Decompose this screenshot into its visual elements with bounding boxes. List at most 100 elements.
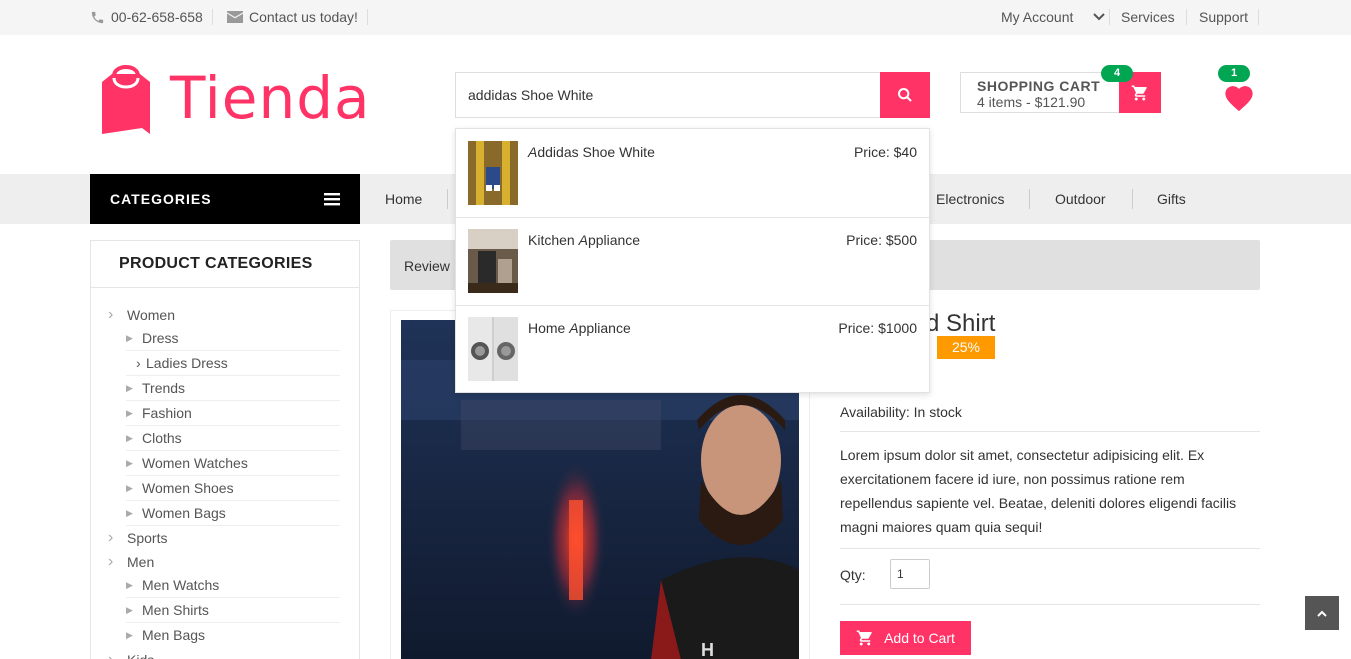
- nav-electronics[interactable]: Electronics: [936, 191, 1004, 207]
- sidebar-category-item[interactable]: ▶ Cloths: [126, 430, 182, 446]
- sidebar-category-item[interactable]: ▶ Fashion: [126, 405, 192, 421]
- sidebar-category-item[interactable]: › Men: [108, 553, 154, 571]
- sidebar-category-label: Women Watches: [142, 455, 248, 471]
- suggestion-name: Addidas Shoe White: [528, 144, 655, 160]
- sidebar-category-label: Men Watchs: [142, 577, 220, 593]
- product-description: Lorem ipsum dolor sit amet, consectetur …: [840, 447, 1237, 535]
- svg-text:H: H: [701, 640, 714, 659]
- categories-label: CATEGORIES: [110, 191, 212, 207]
- sidebar-category-item[interactable]: ▶ Men Shirts: [126, 602, 209, 618]
- services-label: Services: [1121, 9, 1175, 25]
- caret-right-icon: ▶: [126, 629, 133, 640]
- sidebar-category-item[interactable]: ›Kids: [108, 651, 154, 659]
- suggestion-item[interactable]: Addidas Shoe White Price: $40: [456, 129, 929, 217]
- breadcrumb-label: Review: [404, 258, 450, 274]
- sidebar-category-label: Sports: [127, 530, 168, 546]
- sidebar-category-label: Cloths: [142, 430, 182, 446]
- caret-right-icon: ▶: [126, 382, 133, 393]
- sidebar-category-label: Women: [127, 307, 175, 323]
- caret-right-icon: ›: [108, 651, 127, 659]
- search-button[interactable]: [880, 72, 930, 118]
- search-input-value: addidas Shoe White: [468, 87, 594, 103]
- discount-badge: 25%: [937, 336, 995, 359]
- caret-right-icon: ▶: [126, 407, 133, 418]
- caret-right-icon: ›: [108, 553, 114, 570]
- suggestion-price: Price: $40: [853, 144, 917, 160]
- sidebar-category-item[interactable]: › Ladies Dress: [136, 355, 228, 371]
- wishlist-button[interactable]: [1222, 82, 1256, 115]
- caret-right-icon: ▶: [126, 457, 133, 468]
- suggestion-item[interactable]: Home Appliance Price: $1000: [456, 305, 929, 393]
- availability: Availability: In stock: [840, 404, 962, 420]
- sidebar-category-label: Fashion: [142, 405, 192, 421]
- sidebar-category-item[interactable]: ▶ Dress: [126, 330, 179, 346]
- cart-title: SHOPPING CART: [977, 78, 1101, 94]
- cart-icon: [856, 630, 872, 646]
- contact-link[interactable]: Contact us today!: [227, 9, 358, 25]
- caret-right-icon: ▶: [126, 604, 133, 615]
- scroll-to-top-button[interactable]: [1305, 596, 1339, 630]
- top-bar: 00-62-658-658 Contact us today! My Accou…: [0, 0, 1351, 35]
- chevron-down-icon: [1093, 13, 1106, 21]
- sidebar-category-item[interactable]: › Sports: [108, 529, 167, 547]
- mail-icon: [227, 11, 243, 23]
- sidebar-category-item[interactable]: ▶ Men Bags: [126, 627, 205, 643]
- cart-summary: 4 items - $121.90: [977, 94, 1086, 110]
- add-to-cart-button[interactable]: Add to Cart: [840, 621, 971, 655]
- my-account-label: My Account: [1001, 9, 1074, 25]
- caret-right-icon: ▶: [126, 482, 133, 493]
- sidebar-category-item[interactable]: ▶ Women Watches: [126, 455, 248, 471]
- sidebar-category-item[interactable]: ▶ Trends: [126, 380, 185, 396]
- sidebar-category-item[interactable]: ▶ Women Shoes: [126, 480, 234, 496]
- chevron-up-icon: [1317, 610, 1327, 617]
- quantity-value: 1: [897, 567, 904, 581]
- sidebar-title: PRODUCT CATEGORIES: [119, 255, 313, 272]
- phone-info: 00-62-658-658: [90, 9, 203, 25]
- nav-gifts[interactable]: Gifts: [1157, 191, 1186, 207]
- categories-toggle[interactable]: CATEGORIES: [90, 174, 360, 224]
- contact-label: Contact us today!: [249, 9, 358, 25]
- cart-icon: [1131, 85, 1147, 100]
- sidebar-category-label: Men: [127, 554, 155, 570]
- sidebar-category-item[interactable]: ▶ Women Bags: [126, 505, 226, 521]
- sidebar-category-label: Women Shoes: [142, 480, 234, 496]
- cart-count-badge: 4: [1101, 65, 1133, 82]
- quantity-input[interactable]: 1: [890, 559, 930, 589]
- shopping-bag-icon: [102, 65, 150, 134]
- search-input[interactable]: addidas Shoe White: [455, 72, 881, 118]
- suggestion-price: Price: $500: [846, 232, 917, 248]
- caret-right-icon: ▶: [126, 507, 133, 518]
- logo[interactable]: [100, 62, 152, 136]
- nav-home[interactable]: Home: [385, 191, 422, 207]
- suggestion-thumbnail: [468, 317, 518, 381]
- my-account-dropdown[interactable]: My Account: [1001, 9, 1106, 25]
- sidebar-category-item[interactable]: › Women: [108, 306, 175, 324]
- caret-right-icon: ›: [108, 306, 114, 323]
- suggestion-item[interactable]: Kitchen Appliance Price: $500: [456, 217, 929, 305]
- add-to-cart-label: Add to Cart: [884, 630, 955, 646]
- caret-right-icon: ▶: [126, 579, 133, 590]
- wishlist-count-badge: 1: [1218, 65, 1250, 82]
- sidebar-category-label: Men Bags: [142, 627, 206, 643]
- suggestion-name: Kitchen Appliance: [528, 232, 641, 248]
- sidebar-category-label: Ladies Dress: [146, 355, 228, 371]
- sidebar-category-label: Dress: [142, 330, 179, 346]
- suggestion-name: Home Appliance: [528, 320, 631, 336]
- sidebar-category-item[interactable]: ▶ Men Watchs: [126, 577, 219, 593]
- sidebar-category-label: Women Bags: [142, 505, 226, 521]
- heart-icon: [1225, 86, 1253, 112]
- search-suggestions: Addidas Shoe White Price: $40 Kitchen Ap…: [455, 128, 930, 393]
- nav-outdoor[interactable]: Outdoor: [1055, 191, 1106, 207]
- qty-label: Qty:: [840, 567, 866, 583]
- caret-right-icon: ▶: [126, 332, 133, 343]
- logo-text: Tienda: [170, 64, 371, 132]
- support-link[interactable]: Support: [1199, 9, 1248, 25]
- chevron-right-icon: ›: [136, 355, 141, 371]
- sidebar-category-label: Kids: [127, 652, 154, 659]
- caret-right-icon: ›: [108, 529, 114, 546]
- caret-right-icon: ▶: [126, 432, 133, 443]
- services-link[interactable]: Services: [1121, 9, 1175, 25]
- suggestion-price: Price: $1000: [838, 320, 917, 336]
- suggestion-thumbnail: [468, 229, 518, 293]
- phone-number: 00-62-658-658: [111, 9, 203, 25]
